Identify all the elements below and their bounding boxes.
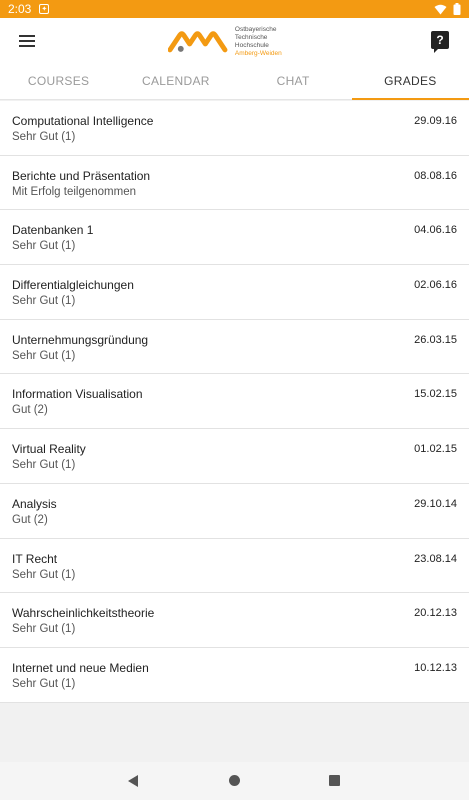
tab-courses[interactable]: COURSES [0, 64, 117, 99]
help-button[interactable]: ? [431, 31, 449, 53]
grade-date: 04.06.16 [414, 224, 457, 237]
status-icons [434, 3, 461, 15]
grade-date: 23.08.14 [414, 552, 457, 565]
course-name: Information Visualisation [12, 387, 143, 402]
course-grade: Sehr Gut (1) [12, 349, 76, 362]
grade-row[interactable]: Berichte und Präsentation Mit Erfolg tei… [0, 156, 469, 211]
logo-line-3: Amberg-Weiden [234, 50, 282, 57]
grade-date: 10.12.13 [414, 661, 457, 674]
course-name: IT Recht [12, 551, 58, 566]
status-time: 2:03 [8, 2, 32, 16]
grade-date: 20.12.13 [414, 607, 457, 620]
oth-logo-mark [168, 31, 228, 53]
grade-row[interactable]: Datenbanken 1 Sehr Gut (1) 04.06.16 [0, 210, 469, 266]
tab-grades[interactable]: GRADES [351, 64, 469, 100]
grade-date: 15.02.15 [414, 388, 457, 401]
home-icon[interactable] [229, 775, 240, 786]
grade-date: 02.06.16 [414, 279, 457, 292]
grade-row[interactable]: Internet und neue Medien Sehr Gut (1) 10… [0, 648, 469, 703]
app-bar: Ostbayerische Technische Hochschule Ambe… [0, 18, 469, 64]
grade-date: 08.08.16 [414, 169, 457, 182]
course-grade: Mit Erfolg teilgenommen [12, 185, 136, 198]
hamburger-menu-icon [19, 35, 35, 47]
menu-button[interactable] [14, 29, 40, 53]
course-name: Analysis [12, 496, 57, 511]
oth-logo: Ostbayerische Technische Hochschule Ambe… [168, 26, 302, 58]
grade-date: 01.02.15 [414, 443, 457, 456]
grade-row[interactable]: Wahrscheinlichkeitstheorie Sehr Gut (1) … [0, 593, 469, 648]
course-name: Internet und neue Medien [12, 660, 149, 675]
grade-date: 26.03.15 [414, 333, 457, 346]
course-grade: Sehr Gut (1) [12, 677, 76, 690]
grade-row[interactable]: IT Recht Sehr Gut (1) 23.08.14 [0, 539, 469, 594]
grade-row[interactable]: Unternehmungsgründung Sehr Gut (1) 26.03… [0, 320, 469, 375]
grades-list: Computational Intelligence Sehr Gut (1) … [0, 101, 469, 703]
logo-line-2: Technische Hochschule [234, 34, 269, 49]
course-grade: Sehr Gut (1) [12, 295, 76, 308]
course-grade: Gut (2) [12, 513, 48, 526]
logo-text: Ostbayerische Technische Hochschule Ambe… [235, 26, 302, 58]
tab-calendar[interactable]: CALENDAR [117, 64, 234, 99]
course-grade: Gut (2) [12, 404, 48, 417]
course-name: Berichte und Präsentation [12, 168, 151, 183]
grade-row[interactable]: Differentialgleichungen Sehr Gut (1) 02.… [0, 265, 469, 320]
grade-row[interactable]: Information Visualisation Gut (2) 15.02.… [0, 374, 469, 430]
grade-row[interactable]: Virtual Reality Sehr Gut (1) 01.02.15 [0, 429, 469, 484]
course-grade: Sehr Gut (1) [12, 568, 76, 581]
help-icon: ? [436, 33, 444, 47]
course-grade: Sehr Gut (1) [12, 623, 76, 636]
course-grade: Sehr Gut (1) [12, 240, 76, 253]
grade-row[interactable]: Analysis Gut (2) 29.10.14 [0, 484, 469, 539]
logo-line-1: Ostbayerische [234, 26, 277, 33]
course-name: Wahrscheinlichkeitstheorie [12, 606, 155, 621]
back-icon[interactable] [128, 775, 138, 787]
course-name: Datenbanken 1 [12, 223, 94, 238]
wifi-icon [434, 4, 447, 14]
course-name: Computational Intelligence [12, 114, 154, 128]
recent-apps-icon[interactable] [329, 775, 340, 786]
grade-date: 29.09.16 [414, 115, 457, 127]
grade-date: 29.10.14 [414, 497, 457, 510]
course-name: Unternehmungsgründung [12, 332, 149, 347]
tab-chat[interactable]: CHAT [235, 64, 352, 99]
battery-icon [453, 3, 461, 15]
course-grade: Sehr Gut (1) [12, 131, 76, 143]
status-bar: 2:03 ✦ [0, 0, 469, 18]
course-name: Virtual Reality [12, 442, 86, 457]
course-name: Differentialgleichungen [12, 278, 134, 293]
system-nav-bar [0, 762, 469, 800]
grade-row[interactable]: Computational Intelligence Sehr Gut (1) … [0, 101, 469, 156]
course-grade: Sehr Gut (1) [12, 459, 76, 472]
tab-bar: COURSES CALENDAR CHAT GRADES [0, 64, 469, 100]
notification-icon: ✦ [39, 4, 50, 14]
